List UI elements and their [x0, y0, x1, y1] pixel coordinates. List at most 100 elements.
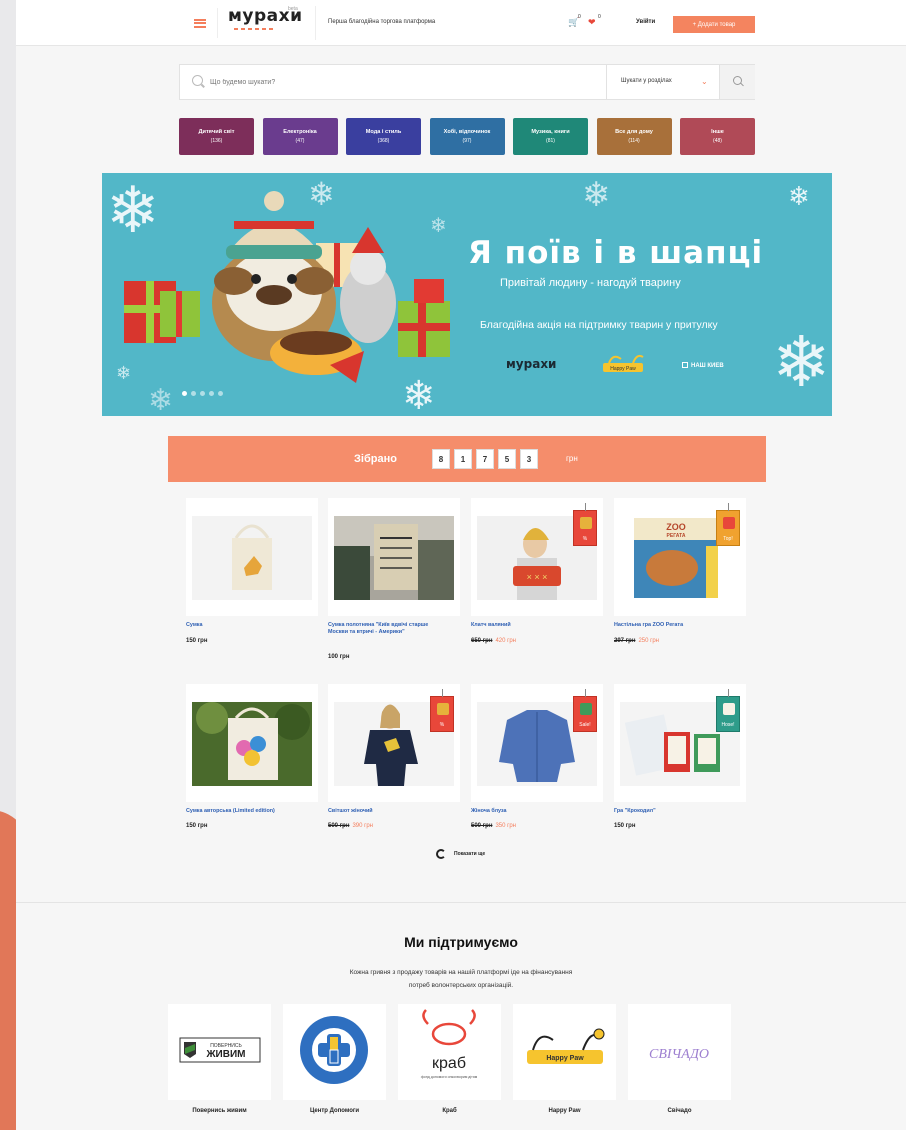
org-name: Повернись живим: [192, 1108, 247, 1114]
category-button[interactable]: Все для дому (114): [596, 118, 672, 155]
category-name: Інше: [711, 129, 724, 135]
category-name: Все для дому: [615, 129, 653, 135]
product-card[interactable]: [186, 498, 318, 616]
new-tag: Hose!: [716, 689, 740, 732]
category-count: (136): [210, 138, 223, 144]
category-count: (47): [295, 138, 305, 144]
menu-button[interactable]: [182, 8, 218, 38]
category-name: Мода і стиль: [365, 129, 402, 135]
show-more-button[interactable]: Показати ще: [436, 849, 485, 859]
heart-icon[interactable]: ❤: [588, 17, 596, 28]
product-card[interactable]: [328, 498, 460, 616]
povernys-zhyvym-logo: ПОВЕРНИСЬ ЖИВИМ: [179, 1037, 261, 1063]
org-card[interactable]: краб фонд допомоги онкохворим дітям Краб: [398, 1004, 501, 1114]
product-name[interactable]: Жіноча блуза: [471, 808, 601, 815]
product-card[interactable]: ZOO РЕГАТА Top!: [614, 498, 746, 616]
product-price: 100 грн: [328, 654, 350, 660]
category-count: (48): [713, 138, 722, 144]
top-tag: Top!: [716, 503, 740, 546]
svg-text:Happy Paw: Happy Paw: [546, 1055, 584, 1062]
org-card[interactable]: ПОВЕРНИСЬ ЖИВИМ Повернись живим: [168, 1004, 271, 1114]
product-image[interactable]: [192, 516, 312, 600]
bulldog-illustration: [124, 191, 450, 383]
search-scope-dropdown[interactable]: Шукати у розділах ⌄: [606, 65, 719, 99]
search-button[interactable]: [719, 65, 755, 99]
banner-partner-kyiv: НАШ КИЕВ: [682, 362, 724, 369]
collected-counter: Зібрано 8 1 7 5 3 грн: [168, 436, 766, 482]
refresh-icon: [436, 849, 446, 859]
logo-text: мурахи: [228, 6, 303, 26]
org-name: Свічадо: [667, 1108, 692, 1114]
product-image[interactable]: [334, 516, 454, 600]
tote-bag-image: [232, 524, 272, 590]
product-card[interactable]: × × × %: [471, 498, 603, 616]
product-name[interactable]: Сумка: [186, 622, 316, 629]
product-image[interactable]: [192, 702, 312, 786]
snowflake-icon: ❄: [582, 176, 611, 214]
category-name: Дитячий світ: [198, 129, 235, 135]
site-logo[interactable]: мурахи beta: [224, 6, 316, 40]
collected-digit: 3: [520, 449, 538, 469]
product-name[interactable]: Гра "Крокодил": [614, 808, 744, 815]
product-name[interactable]: Клатч валяний: [471, 622, 601, 629]
category-count: (97): [462, 138, 472, 144]
show-more-label: Показати ще: [454, 851, 486, 857]
search-bar: Шукати у розділах ⌄: [179, 64, 755, 100]
category-button[interactable]: Електроніка (47): [262, 118, 338, 155]
chevron-down-icon: ⌄: [701, 77, 708, 86]
product-price: 150 грн: [614, 823, 636, 829]
snowman-icon: [723, 703, 735, 715]
banner-partner-murakhy: мурахи: [506, 357, 557, 371]
product-card[interactable]: Sale!: [471, 684, 603, 802]
banner-description: Благодійна акція на підтримку тварин у п…: [480, 319, 718, 331]
add-product-button[interactable]: + Додати товар: [673, 16, 755, 33]
category-button[interactable]: Музика, книги (81): [513, 118, 588, 155]
svg-text:РЕГАТА: РЕГАТА: [667, 533, 686, 539]
discount-tag: %: [573, 503, 597, 546]
author-bag-photo: [192, 702, 312, 786]
org-name: Центр Допомоги: [309, 1108, 360, 1114]
collected-digit: 8: [432, 449, 450, 469]
product-card[interactable]: Hose!: [614, 684, 746, 802]
category-name: Електроніка: [283, 129, 317, 135]
product-card[interactable]: %: [328, 684, 460, 802]
category-name: Хобі, відпочинок: [443, 129, 491, 135]
product-price: 500 грн 350 грн: [471, 823, 516, 829]
canvas-bag-photo: [334, 516, 454, 600]
product-price: 150 грн: [186, 638, 208, 644]
section-divider: [16, 902, 906, 903]
banner-title: Я поїв і в шапці: [468, 235, 764, 271]
product-name[interactable]: Сумка авторська (Limited edition): [186, 808, 316, 815]
category-count: (81): [546, 138, 555, 144]
search-input[interactable]: [210, 73, 590, 91]
svg-text:ЖИВИМ: ЖИВИМ: [206, 1049, 246, 1060]
category-button[interactable]: Хобі, відпочинок (97): [429, 118, 505, 155]
product-card[interactable]: [186, 684, 318, 802]
collected-digit: 7: [476, 449, 494, 469]
org-card[interactable]: Центр Допомоги: [283, 1004, 386, 1114]
promo-banner[interactable]: ❄ ❄ ❄ ❄ ❄ ❄ ❄ ❄ ❄ Я поїв і в шапці Приві…: [102, 173, 832, 416]
product-price: 650 грн 420 грн: [471, 638, 516, 644]
search-scope-label: Шукати у розділах: [621, 78, 672, 84]
svg-text:× × ×: × × ×: [527, 572, 548, 582]
support-text: Кожна гривня з продажу товарів на нашій …: [349, 969, 573, 989]
category-button[interactable]: Дитячий світ (136): [179, 118, 254, 155]
product-price: 297 грн 250 грн: [614, 638, 659, 644]
category-button[interactable]: Мода і стиль (368): [346, 118, 421, 155]
site-tagline: Перша благодійна торгова платформа: [328, 19, 436, 25]
product-name[interactable]: Сумка полотняна "Київ вдвічі старше Моск…: [328, 622, 438, 636]
org-name: Happy Paw: [548, 1108, 581, 1114]
browser-page: мурахи beta Перша благодійна торгова пла…: [16, 0, 906, 1130]
product-name[interactable]: Світшот жіночий: [328, 808, 458, 815]
discount-tag: %: [430, 689, 454, 732]
product-name[interactable]: Настільна гра ZOO Регата: [614, 622, 744, 629]
login-link[interactable]: Увійти: [636, 19, 655, 25]
snowflake-icon: ❄: [788, 181, 810, 211]
org-card[interactable]: Happy Paw Happy Paw: [513, 1004, 616, 1114]
category-button[interactable]: Інше (48): [680, 118, 755, 155]
org-card[interactable]: СВІЧАДО Свічадо: [628, 1004, 731, 1114]
collected-label: Зібрано: [354, 453, 397, 465]
carousel-dots[interactable]: [182, 391, 223, 396]
tsentr-dopomohy-logo: [300, 1016, 368, 1084]
org-name: Краб: [442, 1108, 457, 1114]
